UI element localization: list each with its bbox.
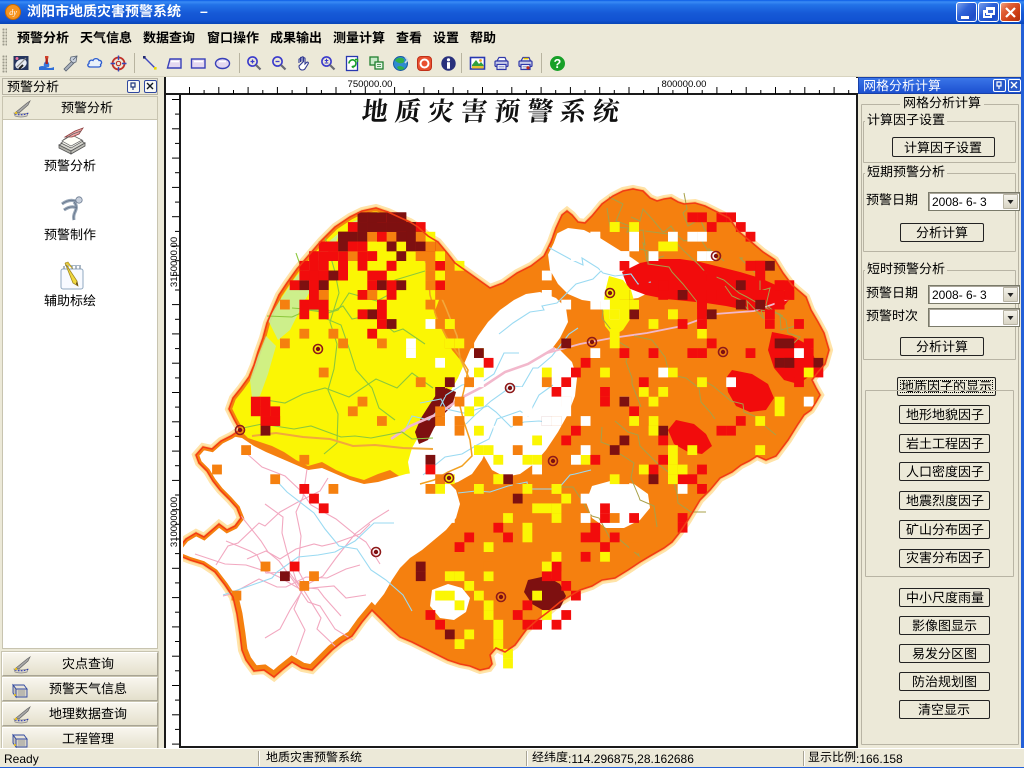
svg-text:750000.00: 750000.00 [348,79,393,90]
svg-text:3150000.00: 3150000.00 [169,237,180,287]
svg-text:?: ? [554,57,562,71]
svg-text:800000.00: 800000.00 [662,79,707,90]
svg-text:dy: dy [9,8,17,17]
svg-text:3100000.00: 3100000.00 [169,497,180,547]
